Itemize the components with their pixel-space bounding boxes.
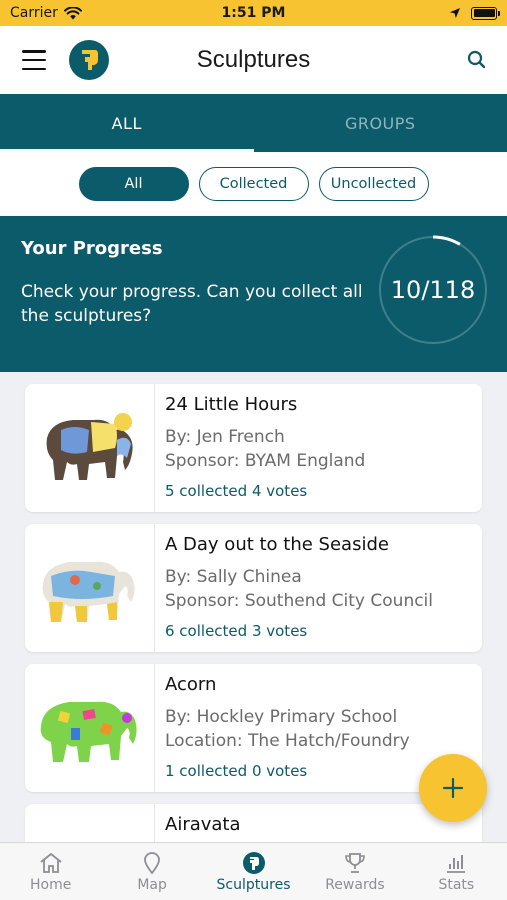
tab-map[interactable]: Map	[101, 843, 202, 900]
sculpture-location: Location: The Hatch/Foundry	[165, 731, 410, 751]
tab-home-label: Home	[30, 877, 72, 893]
elephant-sculpture-image	[31, 820, 149, 842]
progress-count: 10/118	[390, 276, 476, 304]
tab-rewards[interactable]: Rewards	[304, 843, 405, 900]
tab-stats[interactable]: Stats	[406, 843, 507, 900]
home-icon	[40, 853, 62, 873]
tab-rewards-label: Rewards	[325, 877, 385, 893]
elephant-sculpture-image	[40, 701, 137, 762]
progress-panel: Your Progress Check your progress. Can y…	[0, 216, 507, 372]
sculptures-icon	[242, 852, 265, 874]
trophy-icon	[345, 853, 365, 873]
plus-icon	[442, 777, 464, 799]
tab-all[interactable]: ALL	[0, 94, 254, 152]
sculpture-card[interactable]: A Day out to the Seaside By: Sally Chine…	[25, 524, 482, 652]
sculpture-thumbnail	[25, 804, 155, 842]
bottom-tab-bar: Home Map Sculptures Rewards Stats	[0, 842, 507, 900]
sculpture-artist: By: Hockley Primary School	[165, 707, 398, 727]
filter-all-button[interactable]: All	[78, 167, 189, 201]
nav-bar: Sculptures	[0, 26, 507, 94]
elephant-sculpture-image	[46, 413, 133, 480]
sculpture-stats: 5 collected 4 votes	[165, 482, 308, 500]
tab-groups[interactable]: GROUPS	[254, 94, 507, 152]
sculpture-sponsor: Sponsor: Southend City Council	[165, 591, 434, 611]
search-button[interactable]	[465, 48, 489, 72]
filter-uncollected-button[interactable]: Uncollected	[318, 167, 429, 201]
stats-icon	[447, 855, 466, 873]
search-icon	[467, 50, 486, 69]
sculpture-card[interactable]: Airavata	[25, 804, 482, 842]
progress-description: Check your progress. Can you collect all…	[21, 282, 363, 326]
sculpture-sponsor: Sponsor: BYAM England	[165, 451, 366, 471]
sculpture-thumbnail	[25, 664, 155, 792]
filter-bar: All Collected Uncollected	[0, 152, 507, 216]
map-pin-icon	[144, 852, 161, 875]
carrier-label: Carrier	[10, 5, 58, 21]
sculpture-artist: By: Sally Chinea	[165, 567, 302, 587]
sculpture-name: A Day out to the Seaside	[165, 534, 389, 555]
sculpture-thumbnail	[25, 524, 155, 652]
sculpture-thumbnail	[25, 384, 155, 512]
elephant-sculpture-image	[42, 561, 135, 622]
sculpture-stats: 6 collected 3 votes	[165, 622, 308, 640]
segment-tabs: ALL GROUPS	[0, 94, 507, 152]
filter-collected-button[interactable]: Collected	[198, 167, 309, 201]
page-title: Sculptures	[196, 46, 311, 73]
tab-map-label: Map	[137, 877, 167, 893]
location-arrow-icon	[450, 8, 460, 18]
progress-title: Your Progress	[21, 238, 163, 259]
tab-home[interactable]: Home	[0, 843, 101, 900]
carrier: Carrier	[10, 5, 82, 21]
tab-sculptures[interactable]: Sculptures	[203, 843, 304, 900]
sculpture-name: Acorn	[165, 674, 217, 695]
tab-stats-label: Stats	[438, 877, 475, 893]
tab-sculptures-label: Sculptures	[216, 877, 291, 893]
status-bar: Carrier 1:51 PM	[0, 0, 507, 26]
sculpture-name: 24 Little Hours	[165, 394, 298, 415]
add-button[interactable]	[419, 754, 487, 822]
sculpture-artist: By: Jen French	[165, 427, 285, 447]
sculpture-card[interactable]: 24 Little Hours By: Jen French Sponsor: …	[25, 384, 482, 512]
wifi-icon	[63, 6, 82, 19]
sculpture-card[interactable]: Acorn By: Hockley Primary School Locatio…	[25, 664, 482, 792]
battery-icon	[471, 6, 500, 20]
sculpture-name: Airavata	[165, 814, 241, 835]
